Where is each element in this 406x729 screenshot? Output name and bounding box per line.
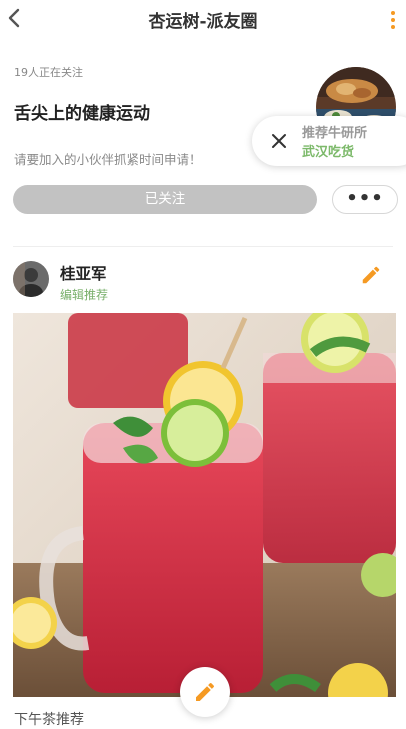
popup-line-1: 推荐牛研所 [302, 126, 368, 141]
avatar[interactable] [13, 261, 49, 297]
followed-button[interactable]: 已关注 [13, 185, 317, 214]
post-caption: 下午茶推荐 [14, 712, 84, 728]
pencil-icon [196, 682, 215, 701]
divider [13, 246, 393, 247]
author-tag: 编辑推荐 [60, 288, 109, 302]
followers-count: 19人正在关注 [14, 66, 83, 79]
top-bar: 杏运树-派友圈 [0, 0, 406, 36]
author-name[interactable]: 桂亚军 [60, 262, 107, 284]
more-button[interactable]: ••• [332, 185, 398, 214]
pencil-icon[interactable] [360, 264, 382, 286]
compose-button[interactable] [180, 667, 230, 717]
close-icon[interactable] [267, 129, 291, 153]
more-vertical-icon[interactable] [386, 9, 400, 31]
invite-text: 请要加入的小伙伴抓紧时间申请！ [14, 152, 202, 167]
recommendation-popup[interactable]: 推荐牛研所 武汉吃货 [252, 116, 406, 166]
popup-line-2[interactable]: 武汉吃货 [302, 141, 354, 160]
page-title: 杏运树-派友圈 [148, 12, 258, 32]
group-name: 舌尖上的健康运动 [14, 104, 150, 124]
post-photo[interactable] [13, 313, 396, 697]
